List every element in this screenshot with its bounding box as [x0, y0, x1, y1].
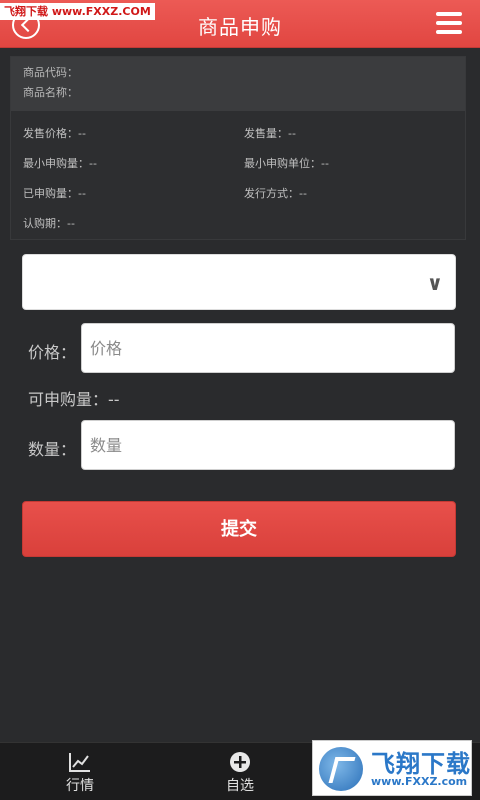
min-subscription-unit: 最小申购单位：-- — [244, 157, 329, 170]
issue-volume: 发售量：-- — [244, 127, 296, 140]
price-label: 价格： — [28, 343, 77, 362]
quantity-input[interactable] — [81, 420, 455, 470]
menu-icon[interactable] — [436, 12, 462, 36]
product-header: 商品代码： 商品名称： — [11, 57, 465, 111]
product-info-panel: 商品代码： 商品名称： 发售价格：-- 发售量：-- 最小申购量：-- 最小申购… — [10, 56, 466, 240]
brand-name: 飞翔下载 — [371, 750, 471, 778]
tab-favorites-label: 自选 — [226, 778, 254, 794]
submit-button[interactable]: 提交 — [22, 501, 456, 557]
issue-method: 发行方式：-- — [244, 187, 307, 200]
min-subscription: 最小申购量：-- — [23, 157, 97, 170]
product-name-label: 商品名称： — [23, 86, 78, 99]
chart-icon — [69, 753, 90, 772]
product-code-label: 商品代码： — [23, 66, 78, 79]
available-quantity: 可申购量：-- — [28, 390, 120, 409]
brand-url: www.FXXZ.com — [371, 775, 468, 788]
issue-price: 发售价格：-- — [23, 127, 86, 140]
tab-market[interactable]: 行情 — [0, 743, 160, 800]
subscription-period: 认购期：-- — [23, 217, 75, 230]
product-select[interactable]: ∨ — [22, 254, 456, 310]
quantity-label: 数量： — [28, 440, 77, 459]
add-circle-icon — [230, 752, 250, 772]
brand-logo — [319, 747, 363, 791]
chevron-down-icon: ∨ — [426, 271, 443, 295]
price-input[interactable] — [81, 323, 455, 373]
subscribed-amount: 已申购量：-- — [23, 187, 86, 200]
brand-watermark: 飞翔下载 www.FXXZ.com — [312, 740, 472, 796]
tab-market-label: 行情 — [66, 778, 94, 794]
watermark-banner: 飞翔下载 www.FXXZ.COM — [0, 3, 155, 20]
tab-favorites[interactable]: 自选 — [160, 743, 320, 800]
